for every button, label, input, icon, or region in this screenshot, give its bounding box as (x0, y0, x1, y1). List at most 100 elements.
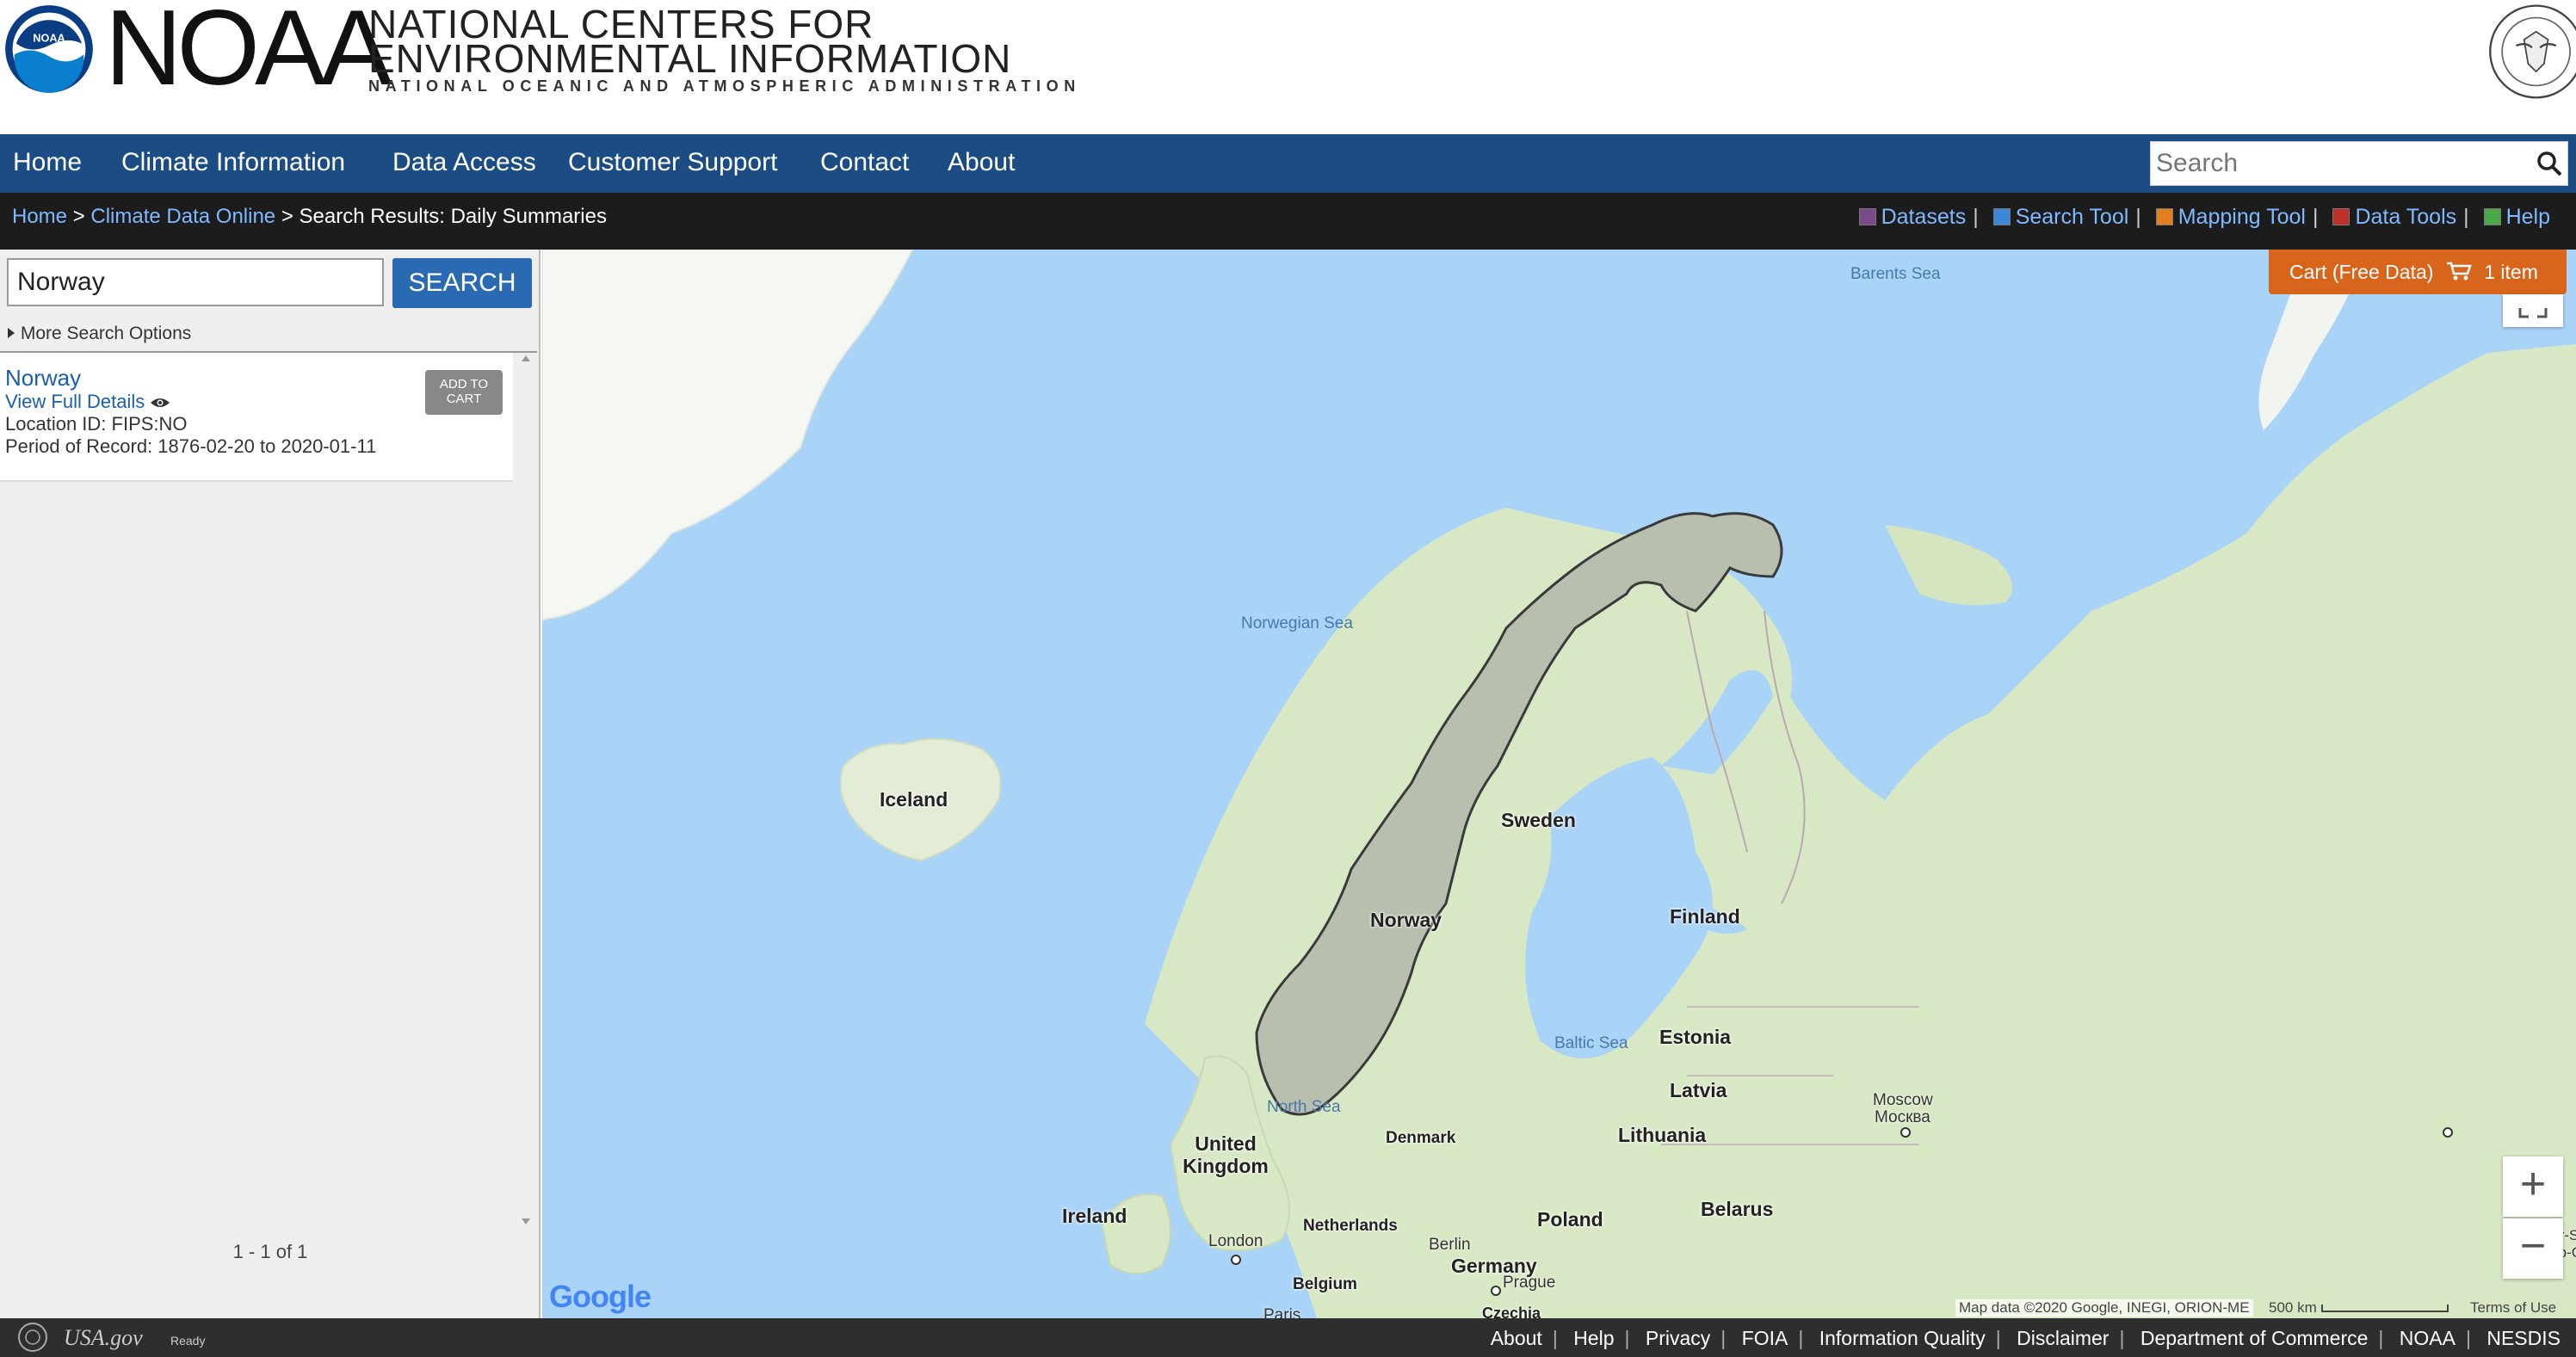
sea-label-baltic: Baltic Sea (1554, 1034, 1628, 1052)
zoom-in-button[interactable]: + (2503, 1157, 2563, 1217)
country-label-lithuania: Lithuania (1618, 1124, 1707, 1146)
footer-link-department-of-commerce[interactable]: Department of Commerce (2140, 1327, 2369, 1349)
google-logo-text: Google (549, 1279, 652, 1314)
department-of-commerce-seal-icon[interactable] (2476, 2, 2576, 102)
ncei-title[interactable]: NATIONAL CENTERS FOR ENVIRONMENTAL INFOR… (368, 4, 1081, 96)
doc-seal-small-icon[interactable] (15, 1320, 50, 1354)
results-pager: 1 - 1 of 1 (232, 1241, 308, 1262)
zoom-out-button[interactable]: − (2503, 1218, 2563, 1279)
data-tools-link[interactable]: Data Tools (2332, 205, 2456, 229)
more-search-options-label: More Search Options (20, 324, 192, 343)
google-logo[interactable]: Google (549, 1279, 652, 1315)
search-tool-icon (1992, 208, 2011, 225)
search-tool-link[interactable]: Search Tool (1992, 205, 2128, 229)
footer-separator: | (2465, 1327, 2471, 1349)
footer-link-help[interactable]: Help (1573, 1327, 1614, 1349)
breadcrumb-bar: Home > Climate Data Online > Search Resu… (0, 193, 2576, 250)
footer-link-disclaimer[interactable]: Disclaimer (2017, 1327, 2109, 1349)
search-icon[interactable] (2536, 151, 2562, 176)
footer-separator: | (1995, 1327, 2001, 1349)
ncei-title-line3: NATIONAL OCEANIC AND ATMOSPHERIC ADMINIS… (368, 77, 1081, 95)
nav-data-access[interactable]: Data Access (392, 148, 536, 177)
datasets-label: Datasets (1881, 205, 1967, 229)
data-tools-icon (2332, 208, 2351, 225)
result-name-link[interactable]: Norway (5, 365, 81, 392)
country-label-iceland: Iceland (880, 788, 948, 811)
main-nav: Home Climate Information Data Access Cus… (0, 134, 2576, 193)
cart-count: 1 item (2484, 261, 2538, 283)
footer-link-nesdis[interactable]: NESDIS (2486, 1327, 2561, 1349)
footer-separator: | (2119, 1327, 2125, 1349)
cart-button[interactable]: Cart (Free Data) 1 item (2269, 250, 2567, 294)
noaa-logo-icon[interactable]: NOAA (3, 3, 95, 95)
map-scale-label: 500 km (2269, 1299, 2317, 1316)
noaa-wordmark[interactable]: NOAA (105, 0, 392, 102)
location-id: Location ID: FIPS:NO (5, 413, 188, 435)
site-search-input[interactable] (2151, 142, 2512, 185)
period-of-record: Period of Record: 1876-02-20 to 2020-01-… (5, 435, 377, 457)
city-label-berlin: Berlin (1429, 1236, 1471, 1254)
country-label-latvia: Latvia (1670, 1079, 1727, 1101)
datasets-icon (1858, 208, 1876, 225)
nav-customer-support[interactable]: Customer Support (568, 148, 777, 177)
country-label-norway: Norway (1370, 909, 1442, 931)
fullscreen-icon (2518, 308, 2548, 318)
results-scrollbar[interactable] (520, 351, 532, 1229)
footer-link-privacy[interactable]: Privacy (1646, 1327, 1710, 1349)
breadcrumb-separator: > (281, 205, 293, 228)
footer-link-foia[interactable]: FOIA (1742, 1327, 1788, 1349)
mapping-tool-icon (2155, 208, 2173, 225)
usagov-link[interactable]: USA.gov (64, 1325, 143, 1351)
footer-link-information-quality[interactable]: Information Quality (1819, 1327, 1986, 1349)
search-button[interactable]: SEARCH (392, 258, 532, 308)
nav-contact[interactable]: Contact (820, 148, 909, 177)
nav-home[interactable]: Home (13, 148, 82, 177)
country-label-belarus: Belarus (1701, 1198, 1774, 1220)
add-to-cart-button[interactable]: ADD TO CART (425, 370, 503, 415)
search-panel: SEARCH More Search Options Norway View F… (0, 250, 541, 1318)
triangle-right-icon (8, 328, 15, 338)
scale-bar-icon (2321, 1305, 2449, 1312)
eye-icon (151, 398, 170, 407)
ncei-title-line2: ENVIRONMENTAL INFORMATION (368, 36, 1012, 81)
location-search-input[interactable] (7, 258, 384, 306)
breadcrumb-climate-data-online[interactable]: Climate Data Online (90, 205, 275, 228)
footer-link-about[interactable]: About (1491, 1327, 1542, 1349)
country-label-finland: Finland (1670, 905, 1740, 928)
svg-text:NOAA: NOAA (33, 32, 65, 45)
map-canvas[interactable] (542, 250, 2576, 1318)
city-label-london: London (1208, 1232, 1263, 1250)
ready-link[interactable]: Ready (170, 1334, 205, 1348)
view-full-details-link[interactable]: View Full Details (5, 391, 170, 413)
map-scale[interactable]: 500 km (2269, 1299, 2449, 1317)
help-label: Help (2505, 205, 2550, 229)
nav-about[interactable]: About (948, 148, 1015, 177)
footer-link-noaa[interactable]: NOAA (2400, 1327, 2456, 1349)
view-full-details-label: View Full Details (5, 391, 145, 412)
more-search-options-toggle[interactable]: More Search Options (7, 324, 191, 344)
fullscreen-button[interactable] (2503, 294, 2563, 327)
nav-climate-information[interactable]: Climate Information (121, 148, 345, 177)
sea-label-north: North Sea (1267, 1098, 1341, 1116)
site-search-box (2150, 141, 2568, 186)
map-view[interactable]: Barents Sea Norwegian Sea North Sea Balt… (542, 250, 2576, 1318)
footer-links: About | Help | Privacy | FOIA | Information … (1491, 1327, 2561, 1350)
breadcrumb-home[interactable]: Home (12, 205, 67, 228)
list-item: Norway View Full Details Location ID: FI… (0, 353, 513, 482)
city-label-moscow: Moscow (1873, 1091, 1933, 1109)
help-link[interactable]: Help (2483, 205, 2550, 229)
tool-separator: | (2463, 205, 2469, 229)
mapping-tool-link[interactable]: Mapping Tool (2155, 205, 2306, 229)
country-label-denmark: Denmark (1386, 1129, 1456, 1147)
mapping-tool-label: Mapping Tool (2178, 205, 2306, 229)
datasets-link[interactable]: Datasets (1858, 205, 1967, 229)
country-label-poland: Poland (1537, 1208, 1603, 1231)
site-footer: USA.gov Ready About | Help | Privacy | FOIA… (0, 1318, 2576, 1357)
country-label-czechia: Czechia (1482, 1305, 1541, 1318)
country-label-estonia: Estonia (1659, 1026, 1732, 1048)
terms-of-use-link[interactable]: Terms of Use (2470, 1299, 2556, 1317)
help-icon (2483, 208, 2501, 225)
site-header: NOAA NOAA NATIONAL CENTERS FOR ENVIRONME… (0, 0, 2576, 134)
map-attribution: Map data ©2020 Google, INEGI, ORION-ME (1955, 1299, 2253, 1317)
city-label-moscow-ru: Москва (1875, 1108, 1930, 1126)
